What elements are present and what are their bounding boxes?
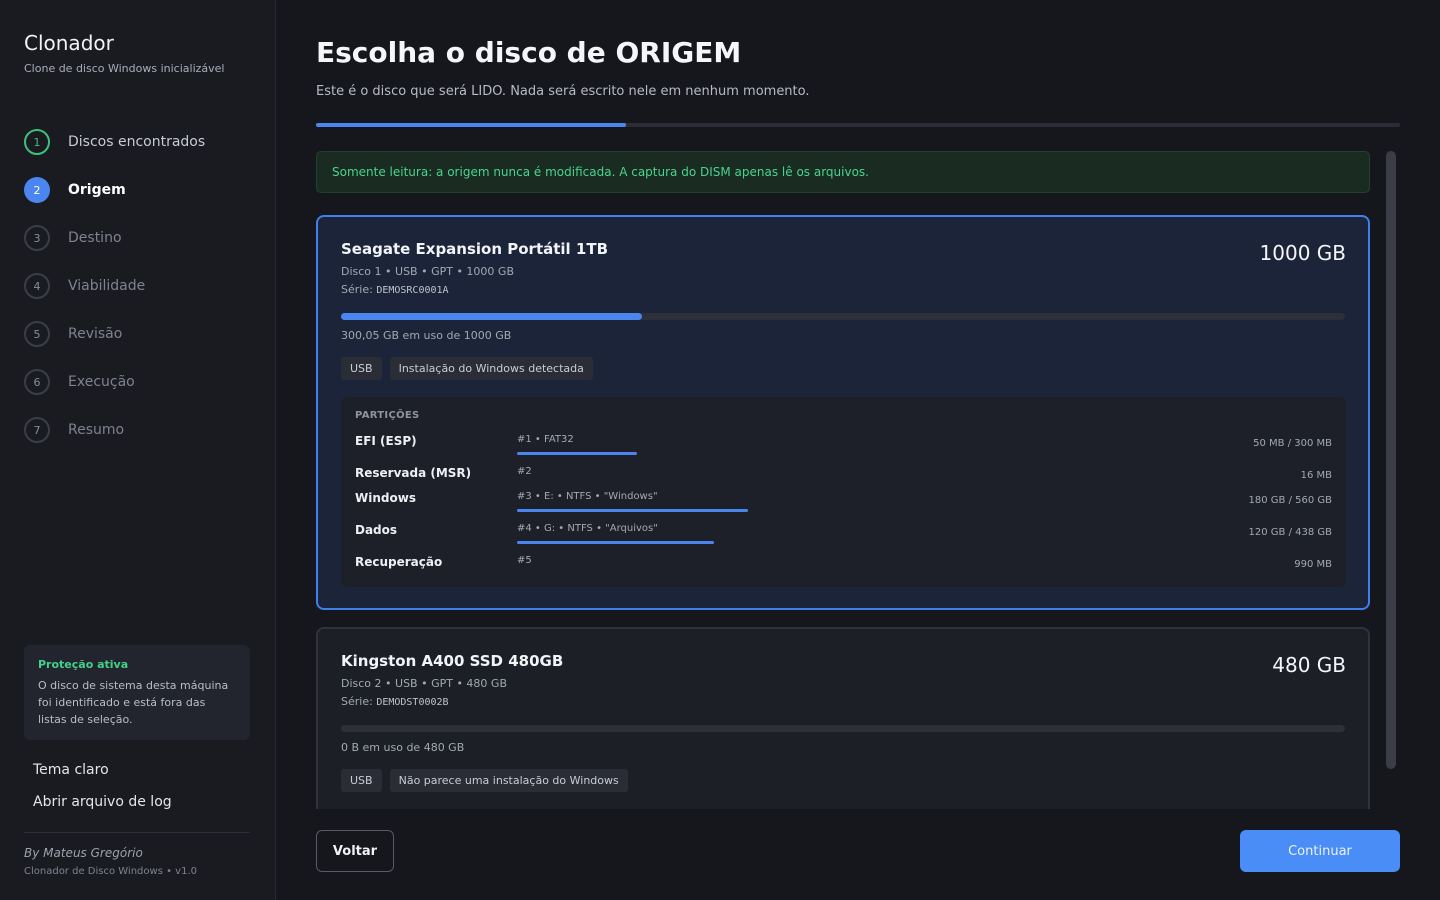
tag-not-windows: Não parece uma instalação do Windows — [389, 769, 628, 792]
read-only-notice: Somente leitura: a origem nunca é modifi… — [316, 151, 1370, 193]
serial-value: DEMODST0002B — [376, 697, 449, 708]
disk-meta: Disco 1 • USB • GPT • 1000 GB — [341, 265, 514, 278]
partition-row: Reservada (MSR) #2 16 MB — [355, 466, 1332, 494]
partition-name: Recuperação — [355, 555, 443, 569]
step-label: Discos encontrados — [68, 134, 206, 150]
step-number: 1 — [24, 129, 50, 155]
main-content: Escolha o disco de ORIGEM Este é o disco… — [276, 0, 1440, 900]
partition-name: Windows — [355, 491, 416, 505]
step-label: Resumo — [68, 422, 125, 438]
step-1[interactable]: 1 Discos encontrados — [24, 118, 254, 166]
app-version: Clonador de Disco Windows • v1.0 — [24, 866, 197, 877]
disk-card-2[interactable]: Kingston A400 SSD 480GB 480 GB Disco 2 •… — [316, 627, 1370, 809]
wizard-steps: 1 Discos encontrados 2 Origem 3 Destino 4 Viabi… — [24, 118, 254, 454]
partition-amount: 50 MB / 300 MB — [1253, 438, 1332, 449]
author-credit: By Mateus Gregório — [24, 846, 143, 860]
disk-usage-text: 0 B em uso de 480 GB — [341, 741, 465, 754]
partition-info: #5 — [517, 555, 532, 566]
step-label: Revisão — [68, 326, 123, 342]
partition-usage-bar — [517, 541, 715, 544]
page-subtitle: Este é o disco que será LIDO. Nada será … — [316, 84, 810, 99]
disk-size: 1000 GB — [1259, 241, 1346, 265]
tag-usb: USB — [341, 357, 382, 380]
disk-meta: Disco 2 • USB • GPT • 480 GB — [341, 677, 507, 690]
step-number: 2 — [24, 177, 50, 203]
partition-info: #3 • E: • NTFS • "Windows" — [517, 491, 658, 502]
step-label: Viabilidade — [68, 278, 146, 294]
disk-serial: Série: DEMOSRC0001A — [341, 283, 449, 296]
app-title: Clonador — [24, 31, 114, 55]
page-title: Escolha o disco de ORIGEM — [316, 36, 742, 69]
wizard-progress-bar — [316, 123, 1400, 127]
step-7[interactable]: 7 Resumo — [24, 406, 254, 454]
partition-usage-bar — [517, 509, 749, 512]
step-label: Execução — [68, 374, 135, 390]
partition-amount: 180 GB / 560 GB — [1248, 495, 1332, 506]
serial-label: Série: — [341, 695, 377, 708]
disk-serial: Série: DEMODST0002B — [341, 695, 449, 708]
partition-info: #2 — [517, 466, 532, 477]
disk-list: Somente leitura: a origem nunca é modifi… — [316, 151, 1370, 809]
partition-row: Recuperação #5 990 MB — [355, 555, 1332, 583]
wizard-progress-fill — [316, 123, 627, 127]
disk-name: Kingston A400 SSD 480GB — [341, 652, 564, 670]
partition-amount: 16 MB — [1300, 470, 1332, 481]
serial-value: DEMOSRC0001A — [376, 285, 449, 296]
partition-name: Reservada (MSR) — [355, 466, 472, 480]
disk-size: 480 GB — [1272, 653, 1346, 677]
step-5[interactable]: 5 Revisão — [24, 310, 254, 358]
step-6[interactable]: 6 Execução — [24, 358, 254, 406]
sidebar-divider — [24, 832, 250, 833]
partition-info: #1 • FAT32 — [517, 434, 574, 445]
disk-tags: USB Instalação do Windows detectada — [341, 357, 593, 380]
tag-windows-detected: Instalação do Windows detectada — [389, 357, 593, 380]
disk-usage-fill — [341, 313, 643, 320]
step-4[interactable]: 4 Viabilidade — [24, 262, 254, 310]
protection-text: O disco de sistema desta máquina foi ide… — [38, 679, 229, 726]
tag-usb: USB — [341, 769, 382, 792]
partition-amount: 990 MB — [1294, 559, 1332, 570]
protection-title: Proteção ativa — [38, 658, 129, 671]
step-number: 6 — [24, 369, 50, 395]
step-number: 7 — [24, 417, 50, 443]
serial-label: Série: — [341, 283, 377, 296]
disk-tags: USB Não parece uma instalação do Windows — [341, 769, 628, 792]
partition-usage-bar — [517, 452, 638, 455]
app-subtitle: Clone de disco Windows inicializável — [24, 62, 225, 75]
disk-name: Seagate Expansion Portátil 1TB — [341, 240, 609, 258]
partition-amount: 120 GB / 438 GB — [1248, 527, 1332, 538]
step-2[interactable]: 2 Origem — [24, 166, 254, 214]
continue-button[interactable]: Continuar — [1240, 830, 1400, 872]
partition-name: EFI (ESP) — [355, 434, 417, 448]
back-button[interactable]: Voltar — [316, 830, 394, 872]
disk-list-scrollbar[interactable] — [1386, 151, 1396, 769]
partitions-panel: PARTIÇÕES EFI (ESP) #1 • FAT32 50 MB / 300… — [341, 397, 1346, 587]
partitions-title: PARTIÇÕES — [355, 410, 420, 421]
disk-usage-bar — [341, 725, 1345, 732]
step-number: 5 — [24, 321, 50, 347]
open-log-link[interactable]: Abrir arquivo de log — [33, 794, 172, 810]
step-number: 4 — [24, 273, 50, 299]
step-3[interactable]: 3 Destino — [24, 214, 254, 262]
partition-row: EFI (ESP) #1 • FAT32 50 MB / 300 MB — [355, 434, 1332, 462]
disk-card-source-1[interactable]: Seagate Expansion Portátil 1TB 1000 GB D… — [316, 215, 1370, 610]
light-theme-link[interactable]: Tema claro — [33, 762, 109, 778]
step-label: Origem — [68, 182, 126, 198]
step-label: Destino — [68, 230, 122, 246]
sidebar: Clonador Clone de disco Windows iniciali… — [0, 0, 276, 900]
disk-usage-bar — [341, 313, 1345, 320]
step-number: 3 — [24, 225, 50, 251]
partition-row: Windows #3 • E: • NTFS • "Windows" 180 GB … — [355, 491, 1332, 519]
protection-panel: Proteção ativa O disco de sistema desta … — [24, 645, 250, 740]
partition-row: Dados #4 • G: • NTFS • "Arquivos" 120 GB /… — [355, 523, 1332, 551]
partition-name: Dados — [355, 523, 398, 537]
partition-info: #4 • G: • NTFS • "Arquivos" — [517, 523, 658, 534]
disk-usage-text: 300,05 GB em uso de 1000 GB — [341, 329, 512, 342]
